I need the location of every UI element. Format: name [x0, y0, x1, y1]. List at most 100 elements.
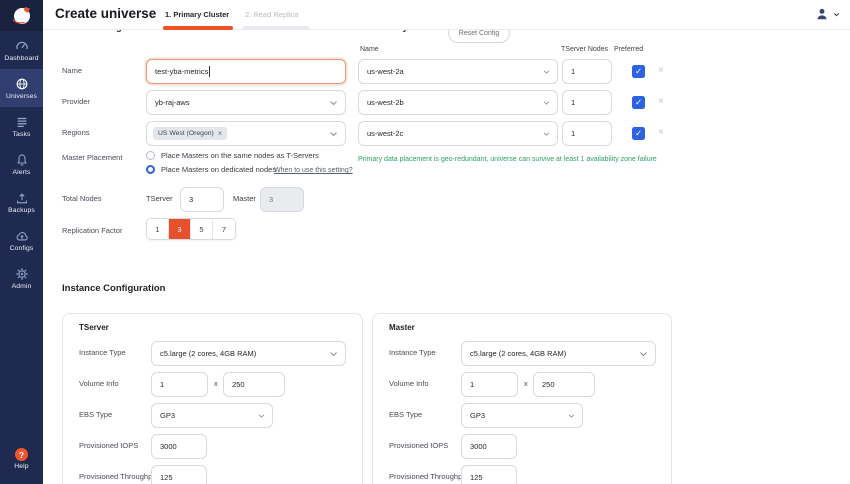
radio-same-label: Place Masters on the same nodes as T-Ser…: [161, 151, 319, 160]
az-zone-select[interactable]: us-west-2c: [358, 121, 558, 146]
chevron-down-icon: [568, 412, 575, 419]
sidebar-item-alerts[interactable]: Alerts: [0, 145, 43, 183]
ebs-type-select[interactable]: GP3: [461, 403, 583, 428]
preferred-checkbox[interactable]: ✓: [632, 65, 645, 78]
az-zone-select[interactable]: us-west-2a: [358, 59, 558, 84]
sidebar-item-label: Alerts: [13, 169, 31, 176]
radio-masters-same-nodes[interactable]: Place Masters on the same nodes as T-Ser…: [146, 151, 319, 160]
active-tab-underline: [163, 26, 233, 30]
ebs-type-select[interactable]: GP3: [151, 403, 273, 428]
chevron-down-icon: [639, 349, 648, 358]
tab-read-replica[interactable]: 2. Read Replica: [245, 10, 298, 19]
remove-zone-icon[interactable]: ×: [658, 97, 664, 107]
provisioned-iops-value: 3000: [160, 442, 177, 451]
chevron-down-icon: [543, 68, 550, 75]
master-card: Master Instance Type c5.large (2 cores, …: [372, 313, 672, 484]
replication-factor-label: Replication Factor: [62, 226, 122, 235]
preferred-checkbox[interactable]: ✓: [632, 127, 645, 140]
provisioned-throughput-input[interactable]: 125: [151, 465, 207, 484]
volume-size-input[interactable]: 250: [533, 372, 595, 397]
radio-selected-icon: [146, 165, 155, 174]
volume-multiplier: x: [524, 379, 528, 388]
volume-size-input[interactable]: 250: [223, 372, 285, 397]
provisioned-iops-label: Provisioned IOPS: [389, 441, 448, 450]
instance-type-value: c5.large (2 cores, 4GB RAM): [160, 349, 256, 358]
sidebar-item-tasks[interactable]: Tasks: [0, 107, 43, 145]
volume-info-label: Volume Info: [79, 379, 119, 388]
sidebar-item-label: Help: [14, 463, 28, 470]
regions-select[interactable]: US West (Oregon) ×: [146, 121, 346, 146]
regions-label: Regions: [62, 128, 90, 137]
az-zone-value: us-west-2b: [367, 98, 404, 107]
remove-region-icon[interactable]: ×: [218, 130, 223, 138]
app-logo[interactable]: [0, 0, 43, 31]
az-node-count-input[interactable]: 1: [562, 90, 612, 115]
region-tag: US West (Oregon) ×: [153, 127, 227, 140]
instance-type-select[interactable]: c5.large (2 cores, 4GB RAM): [461, 341, 656, 366]
total-nodes-label: Total Nodes: [62, 194, 102, 203]
name-input[interactable]: test-yba-metrics: [146, 59, 346, 84]
ebs-type-value: GP3: [470, 411, 485, 420]
az-zone-value: us-west-2a: [367, 67, 404, 76]
remove-zone-icon[interactable]: ×: [658, 128, 664, 138]
provider-select[interactable]: yb-raj-aws: [146, 90, 346, 115]
volume-count-input[interactable]: 1: [461, 372, 518, 397]
ebs-type-label: EBS Type: [79, 410, 112, 419]
text-cursor: [209, 66, 210, 77]
bell-icon: [15, 153, 29, 167]
sidebar-item-label: Universes: [6, 93, 37, 100]
gauge-icon: [15, 39, 29, 53]
preferred-checkbox[interactable]: ✓: [632, 96, 645, 109]
rf-option-7[interactable]: 7: [213, 219, 235, 239]
sidebar-item-help[interactable]: ? Help: [0, 438, 43, 480]
chevron-down-icon: [258, 412, 265, 419]
user-menu[interactable]: [815, 7, 840, 21]
az-col-name: Name: [360, 46, 379, 53]
provisioned-throughput-label: Provisioned Throughput: [79, 472, 159, 481]
sidebar-item-label: Backups: [8, 207, 35, 214]
chevron-down-icon: [543, 99, 550, 106]
radio-masters-dedicated-nodes[interactable]: Place Masters on dedicated nodes: [146, 165, 276, 174]
rf-option-5[interactable]: 5: [191, 219, 213, 239]
provider-value: yb-raj-aws: [155, 98, 190, 107]
sidebar-item-dashboard[interactable]: Dashboard: [0, 31, 43, 69]
instance-type-select[interactable]: c5.large (2 cores, 4GB RAM): [151, 341, 346, 366]
list-icon: [15, 115, 29, 129]
inactive-tab-underline: [243, 26, 309, 30]
provisioned-iops-value: 3000: [470, 442, 487, 451]
master-card-title: Master: [389, 323, 415, 332]
volume-count-input[interactable]: 1: [151, 372, 208, 397]
instance-type-label: Instance Type: [389, 348, 436, 357]
name-value: test-yba-metrics: [155, 67, 208, 76]
rf-option-1[interactable]: 1: [147, 219, 169, 239]
tserver-count-label: TServer: [146, 194, 173, 203]
name-label: Name: [62, 66, 82, 75]
question-icon: ?: [15, 448, 28, 461]
sidebar-item-admin[interactable]: Admin: [0, 259, 43, 297]
tab-primary-cluster[interactable]: 1. Primary Cluster: [165, 10, 229, 19]
provider-label: Provider: [62, 97, 90, 106]
tserver-count-input[interactable]: 3: [180, 187, 224, 212]
chevron-down-icon: [329, 98, 338, 107]
upload-icon: [15, 191, 29, 205]
sidebar-item-backups[interactable]: Backups: [0, 183, 43, 221]
provisioned-iops-input[interactable]: 3000: [461, 434, 517, 459]
instance-configuration-heading: Instance Configuration: [62, 283, 165, 294]
rf-option-3[interactable]: 3: [169, 219, 191, 239]
provisioned-iops-input[interactable]: 3000: [151, 434, 207, 459]
top-header: Create universe 1. Primary Cluster 2. Re…: [43, 0, 850, 30]
az-node-count-value: 1: [571, 129, 575, 138]
when-to-use-setting-link[interactable]: When to use this setting?: [274, 167, 353, 174]
chevron-down-icon: [833, 11, 840, 18]
az-node-count-input[interactable]: 1: [562, 121, 612, 146]
provisioned-iops-label: Provisioned IOPS: [79, 441, 138, 450]
provisioned-throughput-input[interactable]: 125: [461, 465, 517, 484]
create-universe-page: Cloud Configuration Name test-yba-metric…: [0, 0, 850, 484]
sidebar-item-universes[interactable]: Universes: [0, 69, 43, 107]
volume-count-value: 1: [470, 380, 474, 389]
remove-zone-icon[interactable]: ×: [658, 66, 664, 76]
globe-icon: [15, 77, 29, 91]
az-node-count-input[interactable]: 1: [562, 59, 612, 84]
sidebar-item-configs[interactable]: Configs: [0, 221, 43, 259]
az-zone-select[interactable]: us-west-2b: [358, 90, 558, 115]
